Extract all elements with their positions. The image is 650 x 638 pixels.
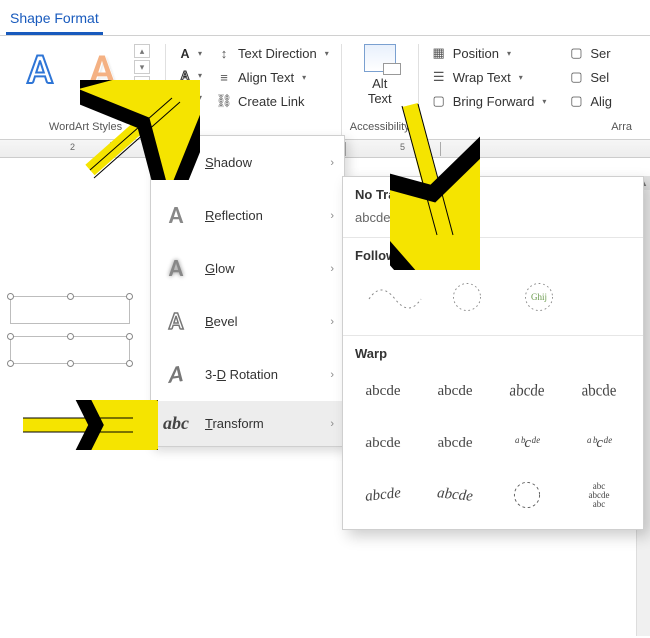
ribbon: A A ▴ ▾ ▾ WordArt Styles A▾ A▾ A▾ ↕ — [0, 36, 650, 140]
no-transform-sample[interactable]: abcde — [355, 210, 631, 225]
text-effects-button[interactable]: A▾ — [174, 88, 202, 106]
chevron-down-icon: ▾ — [198, 93, 202, 102]
chevron-right-icon: › — [330, 316, 334, 328]
text-direction-icon: ↕ — [216, 45, 232, 61]
bevel-icon: A — [161, 307, 191, 336]
warp-3[interactable]: abcde — [498, 369, 556, 413]
section-follow-path: Follow Path — [343, 238, 643, 267]
follow-path-2[interactable] — [439, 277, 495, 317]
warp-2[interactable]: abcde — [427, 371, 483, 411]
text-effects-menu: A Shadow› A Reflection› A Glow› A Bevel›… — [150, 135, 345, 447]
text-box-2[interactable] — [10, 336, 130, 364]
group-label-wordart: WordArt Styles — [14, 121, 157, 133]
chevron-right-icon: › — [330, 418, 334, 430]
warp-4[interactable]: abcde — [570, 369, 628, 413]
chevron-up-icon[interactable]: ▴ — [134, 44, 150, 58]
menu-transform[interactable]: abc Transform› — [151, 401, 344, 446]
alt-text-label-2: Text — [368, 91, 392, 106]
chevron-down-icon: ▾ — [302, 73, 306, 82]
ruler-tick-5: 5 — [400, 142, 405, 152]
rotation-icon: A — [161, 358, 191, 391]
section-warp: Warp — [343, 336, 643, 365]
follow-path-3[interactable]: Ghij — [511, 277, 567, 317]
bring-forward-button[interactable]: ▢Bring Forward▾ — [427, 92, 551, 110]
link-icon: ⛓ — [216, 93, 232, 109]
position-icon: ▦ — [431, 45, 447, 61]
text-fill-button[interactable]: A▾ — [174, 44, 202, 62]
warp-7[interactable]: ᵃᵇcᵈᵉ — [499, 423, 555, 463]
wrap-text-icon: ☰ — [431, 69, 447, 85]
group-label-accessibility: Accessibility — [350, 121, 410, 133]
warp-9[interactable]: abcde — [353, 472, 413, 518]
chevron-right-icon: › — [330, 263, 334, 275]
chevron-right-icon: › — [330, 157, 334, 169]
group-accessibility: Alt Text Accessibility — [342, 44, 419, 135]
menu-shadow[interactable]: A Shadow› — [151, 136, 344, 189]
wordart-style-2[interactable]: A — [76, 44, 128, 96]
group-arrange: ▦Position▾ ☰Wrap Text▾ ▢Bring Forward▾ ▢… — [419, 44, 644, 135]
chevron-down-icon: ▾ — [325, 49, 329, 58]
align-text-icon: ≡ — [216, 69, 232, 85]
menu-bevel[interactable]: A Bevel› — [151, 295, 344, 348]
alt-text-label-1: Alt — [372, 76, 387, 91]
shadow-icon: A — [161, 148, 191, 177]
tab-bar: Shape Format — [0, 0, 650, 36]
warp-12[interactable]: abcabcdeabc — [571, 475, 627, 515]
chevron-down-icon[interactable]: ▾ — [134, 60, 150, 74]
text-direction-button[interactable]: ↕ Text Direction▾ — [212, 44, 333, 62]
warp-1[interactable]: abcde — [355, 371, 411, 411]
chevron-right-icon: › — [330, 210, 334, 222]
send-back-icon: ▢ — [568, 45, 584, 61]
wordart-style-1[interactable]: A — [14, 44, 66, 96]
create-link-button[interactable]: ⛓ Create Link — [212, 92, 333, 110]
warp-6[interactable]: abcde — [425, 422, 485, 461]
chevron-down-icon: ▾ — [198, 49, 202, 58]
group-wordart-styles: A A ▴ ▾ ▾ WordArt Styles — [6, 44, 166, 135]
chevron-down-icon: ▾ — [198, 71, 202, 80]
more-icon[interactable]: ▾ — [134, 76, 150, 90]
section-no-transform: No Transform — [343, 177, 643, 206]
tab-shape-format[interactable]: Shape Format — [6, 6, 103, 35]
warp-10[interactable]: abcde — [425, 472, 485, 518]
chevron-down-icon: ▾ — [507, 49, 511, 58]
selection-icon: ▢ — [568, 69, 584, 85]
reflection-icon: A — [161, 201, 191, 230]
glow-icon: A — [161, 254, 191, 283]
chevron-right-icon: › — [330, 369, 334, 381]
wrap-text-button[interactable]: ☰Wrap Text▾ — [427, 68, 551, 86]
alt-text-button[interactable]: Alt Text — [350, 44, 410, 106]
send-backward-button[interactable]: ▢Ser — [564, 44, 616, 62]
selection-pane-button[interactable]: ▢Sel — [564, 68, 616, 86]
warp-8[interactable]: ᵃᵇcᵈᵉ — [571, 423, 627, 463]
warp-5[interactable]: abcde — [353, 425, 413, 464]
menu-reflection[interactable]: A Reflection› — [151, 189, 344, 242]
ruler-tick-2: 2 — [70, 142, 75, 152]
position-button[interactable]: ▦Position▾ — [427, 44, 551, 62]
menu-3d-rotation[interactable]: A 3-D Rotation› — [151, 348, 344, 401]
group-text-tools: A▾ A▾ A▾ ↕ Text Direction▾ ≡ Align Text▾… — [166, 44, 342, 135]
alt-text-icon — [364, 44, 396, 72]
wordart-gallery-spinner[interactable]: ▴ ▾ ▾ — [134, 44, 150, 90]
chevron-down-icon: ▾ — [519, 73, 523, 82]
bring-forward-icon: ▢ — [431, 93, 447, 109]
chevron-down-icon: ▾ — [542, 97, 546, 106]
align-button[interactable]: ▢Alig — [564, 92, 616, 110]
transform-panel: No Transform abcde Follow Path Ghij Warp… — [342, 176, 644, 530]
text-box-1[interactable] — [10, 296, 130, 324]
align-text-button[interactable]: ≡ Align Text▾ — [212, 68, 333, 86]
text-outline-button[interactable]: A▾ — [174, 66, 202, 84]
align-icon: ▢ — [568, 93, 584, 109]
group-label-arrange: Arra — [427, 121, 636, 133]
menu-glow[interactable]: A Glow› — [151, 242, 344, 295]
transform-icon: abc — [161, 413, 191, 434]
follow-path-1[interactable] — [367, 277, 423, 317]
warp-11[interactable] — [499, 475, 555, 515]
